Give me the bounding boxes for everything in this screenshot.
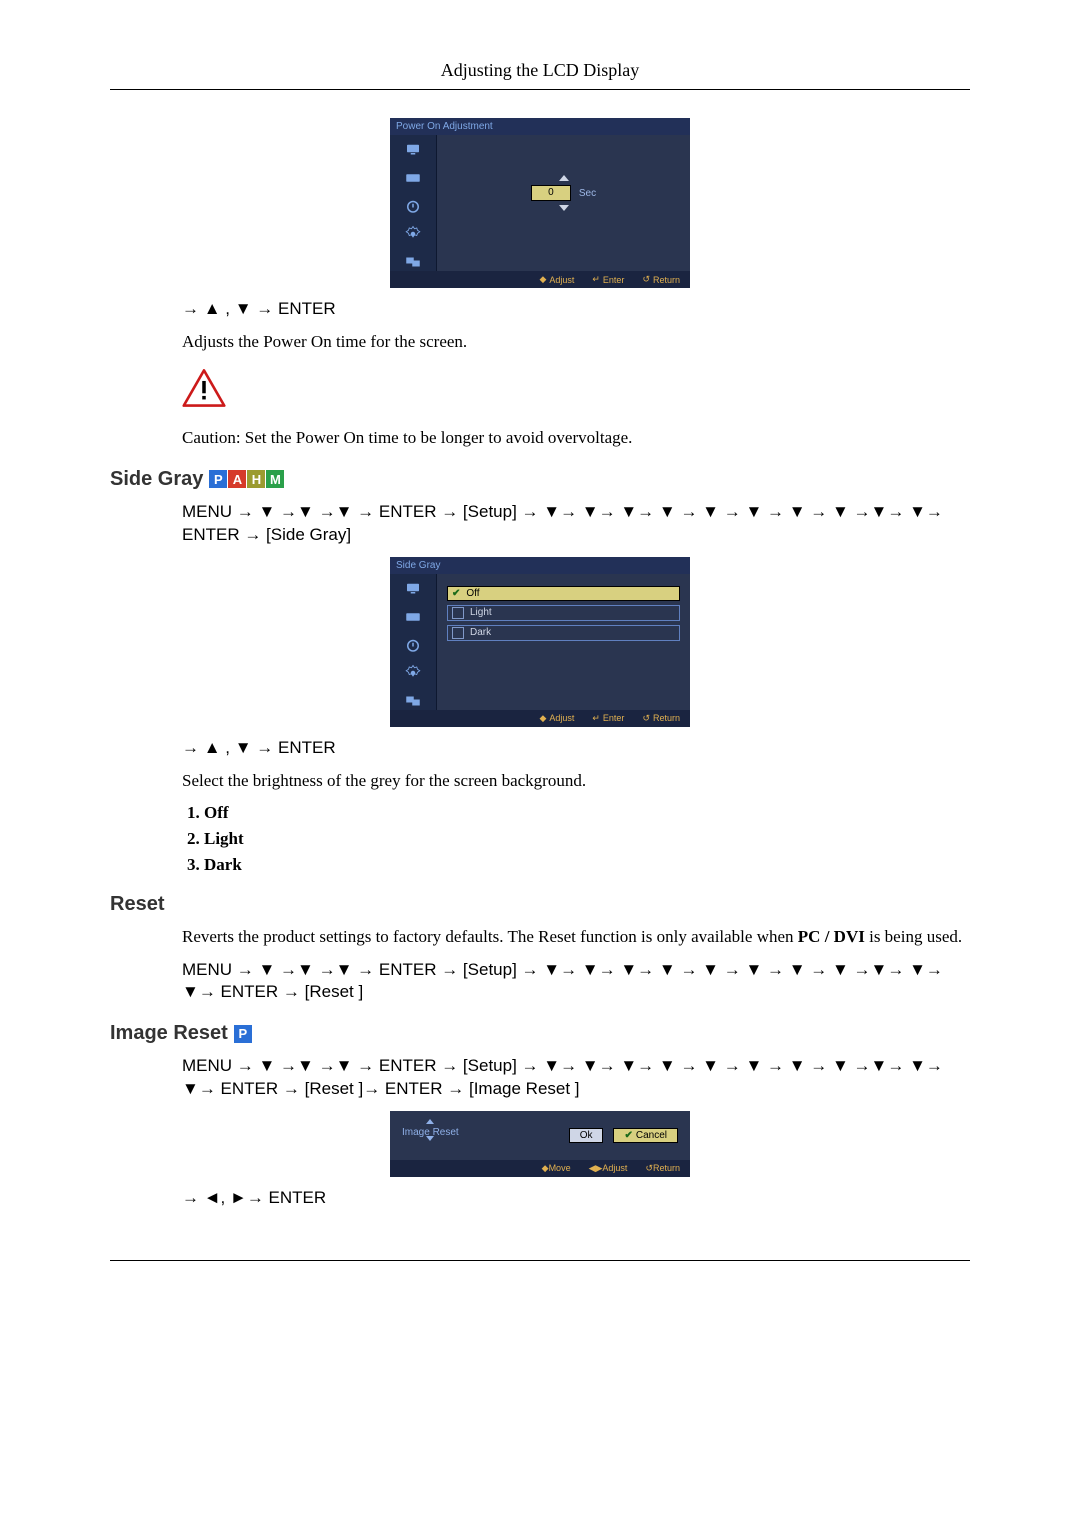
gear-icon (404, 664, 422, 682)
return-glyph-icon: ↺ (642, 713, 650, 724)
check-icon: ✔ (624, 1130, 632, 1141)
option-off: ✔ Off (447, 586, 680, 601)
badge-a: A (228, 470, 246, 488)
footer-return: Return (653, 713, 680, 723)
timer-icon (404, 197, 422, 215)
checkbox-icon (452, 607, 464, 619)
value-up-icon (559, 175, 569, 181)
pc-icon (404, 141, 422, 159)
reset-description: Reverts the product settings to factory … (182, 926, 970, 949)
side-gray-description: Select the brightness of the grey for th… (182, 770, 970, 793)
side-gray-heading: Side Gray P A H M (110, 468, 970, 491)
dialog-title: Image Reset (402, 1119, 459, 1152)
return-glyph-icon: ↺ (645, 1163, 653, 1173)
power-on-adjustment-osd: Power On Adjustment 0 Sec (390, 118, 690, 288)
multi-icon (404, 253, 422, 271)
gear-icon (404, 225, 422, 243)
osd-footer: ◆Adjust ↵Enter ↺Return (390, 710, 690, 727)
multi-icon (404, 692, 422, 710)
cancel-label: Cancel (636, 1130, 667, 1141)
enter-glyph-icon: ↵ (592, 713, 600, 724)
osd-title: Power On Adjustment (390, 118, 690, 135)
image-reset-heading-text: Image Reset (110, 1022, 228, 1045)
osd-main-panel: ✔ Off Light Dark (437, 574, 690, 710)
list-item: Light (204, 829, 970, 849)
poa-description: Adjusts the Power On time for the screen… (182, 331, 970, 354)
poa-caution: Caution: Set the Power On time to be lon… (182, 427, 970, 450)
check-icon: ✔ (452, 588, 460, 599)
osd-footer: ◆Adjust ↵Enter ↺Return (390, 271, 690, 288)
up-icon (426, 1119, 434, 1124)
image-reset-dialog: Image Reset Ok ✔ Cancel ◆Move ◀▶Adjust ↺… (390, 1111, 690, 1177)
footer-return: Return (653, 1163, 680, 1173)
footer-move: Move (549, 1163, 571, 1173)
osd-sidebar-icons (390, 574, 437, 710)
checkbox-icon (452, 627, 464, 639)
down-icon (426, 1136, 434, 1152)
reset-heading: Reset (110, 893, 970, 916)
badge-m: M (266, 470, 284, 488)
image-reset-heading: Image Reset P (110, 1022, 970, 1045)
move-glyph-icon: ◆ (542, 1163, 549, 1173)
dialog-footer: ◆Move ◀▶Adjust ↺Return (390, 1160, 690, 1177)
osd-main-panel: 0 Sec (437, 135, 690, 271)
adjust-glyph-icon: ◆ (539, 274, 546, 285)
footer-adjust: Adjust (602, 1163, 627, 1173)
page-footer-rule (110, 1260, 970, 1261)
list-item: Off (204, 803, 970, 823)
reset-desc-part: Reverts the product settings to factory … (182, 927, 798, 946)
image-reset-menu-path: MENU → ▼ →▼ →▼ → ENTER → [Setup] → ▼→ ▼→… (182, 1055, 970, 1101)
return-glyph-icon: ↺ (642, 274, 650, 285)
poa-nav-sequence: → ▲ , ▼ → ENTER (182, 298, 970, 321)
ok-button: Ok (569, 1128, 604, 1143)
mode-badges: P (234, 1025, 252, 1043)
osd-title: Side Gray (390, 557, 690, 574)
footer-enter: Enter (603, 275, 625, 285)
poa-unit: Sec (579, 188, 596, 199)
cancel-button: ✔ Cancel (613, 1128, 678, 1143)
enter-glyph-icon: ↵ (592, 274, 600, 285)
reset-desc-part: is being used. (865, 927, 962, 946)
adjust-glyph-icon: ◆ (539, 713, 546, 724)
image-reset-nav-sequence: → ◄, ►→ ENTER (182, 1187, 970, 1210)
reset-heading-text: Reset (110, 893, 164, 916)
side-gray-menu-path: MENU → ▼ →▼ →▼ → ENTER → [Setup] → ▼→ ▼→… (182, 501, 970, 547)
value-down-icon (559, 205, 569, 211)
timer-icon (404, 636, 422, 654)
badge-p: P (209, 470, 227, 488)
list-item: Dark (204, 855, 970, 875)
option-dark: Dark (447, 625, 680, 641)
footer-return: Return (653, 275, 680, 285)
option-label: Light (470, 607, 492, 618)
footer-adjust: Adjust (549, 275, 574, 285)
pc-icon (404, 580, 422, 598)
footer-enter: Enter (603, 713, 625, 723)
adjust-glyph-icon: ◀▶ (589, 1163, 603, 1173)
badge-p: P (234, 1025, 252, 1043)
warning-icon (182, 364, 970, 417)
reset-desc-bold: PC / DVI (798, 927, 865, 946)
option-light: Light (447, 605, 680, 621)
poa-value: 0 (531, 185, 571, 201)
reset-menu-path: MENU → ▼ →▼ →▼ → ENTER → [Setup] → ▼→ ▼→… (182, 959, 970, 1005)
side-gray-nav-sequence: → ▲ , ▼ → ENTER (182, 737, 970, 760)
osd-sidebar-icons (390, 135, 437, 271)
side-gray-osd: Side Gray ✔ Off (390, 557, 690, 727)
badge-h: H (247, 470, 265, 488)
footer-adjust: Adjust (549, 713, 574, 723)
input-icon (404, 608, 422, 626)
option-label: Off (466, 588, 479, 599)
side-gray-options-list: Off Light Dark (182, 803, 970, 875)
page-header: Adjusting the LCD Display (110, 60, 970, 90)
mode-badges: P A H M (209, 470, 284, 488)
side-gray-heading-text: Side Gray (110, 468, 203, 491)
input-icon (404, 169, 422, 187)
option-label: Dark (470, 627, 491, 638)
